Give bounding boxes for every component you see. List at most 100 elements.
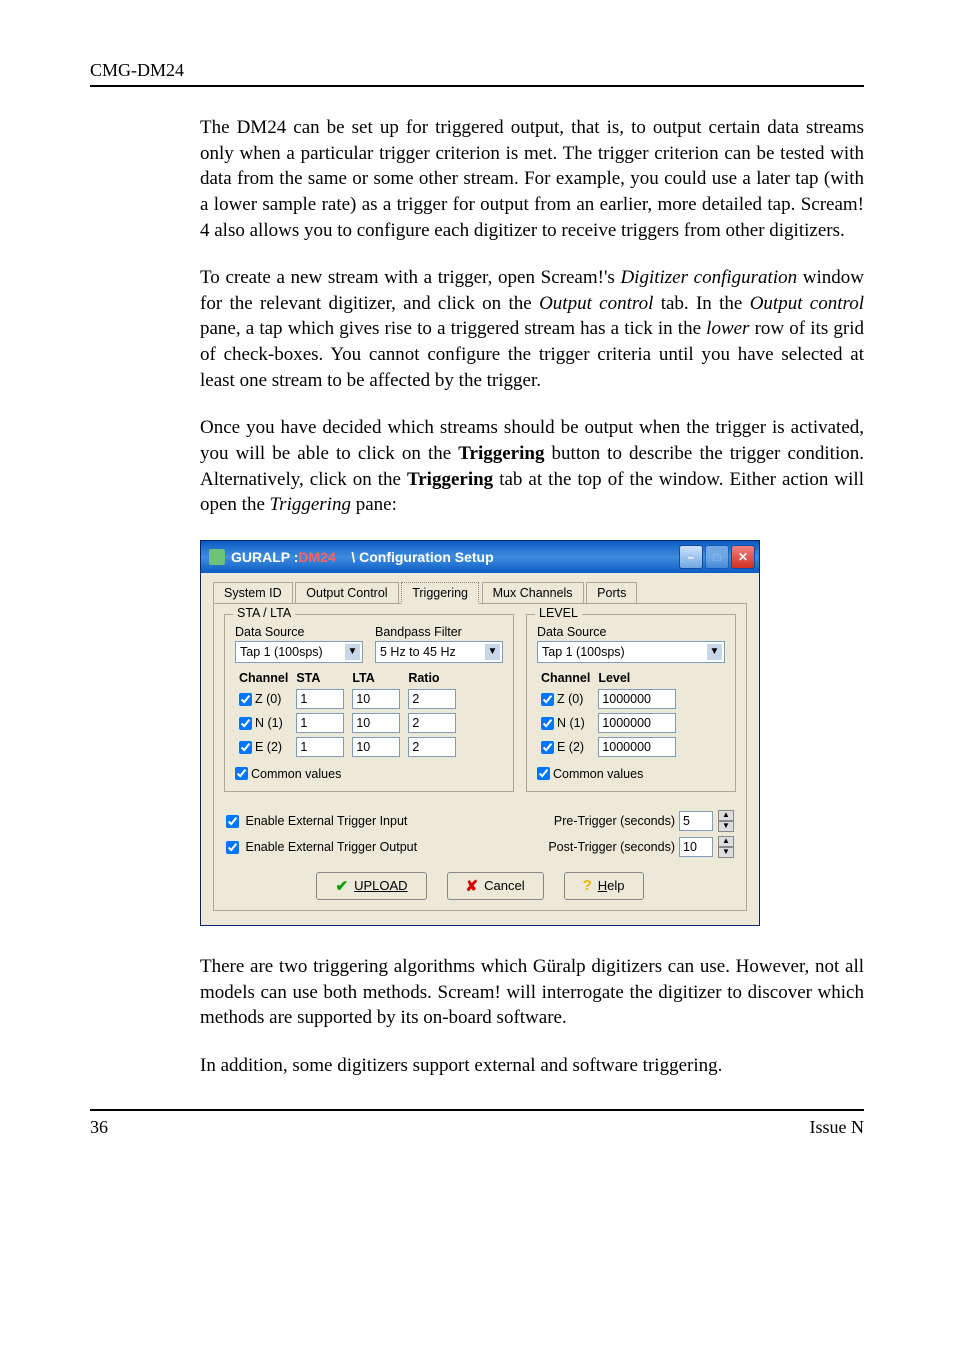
p3-b: Triggering bbox=[458, 443, 544, 464]
post-trigger-spinner[interactable]: ▲▼ bbox=[718, 836, 734, 858]
level-ds-label: Data Source bbox=[537, 625, 725, 639]
level-common-label: Common values bbox=[553, 767, 643, 781]
post-trigger-label: Post-Trigger (seconds) bbox=[548, 840, 675, 854]
check-icon: ✔ bbox=[335, 877, 348, 895]
upload-button[interactable]: ✔ UPLOAD bbox=[316, 872, 426, 900]
sta-table: Channel STA LTA Ratio Z (0) 1 10 bbox=[235, 669, 460, 759]
p2-e: tab. In the bbox=[653, 293, 749, 314]
level-z-label: Z (0) bbox=[557, 692, 583, 706]
pre-trigger-spinner[interactable]: ▲▼ bbox=[718, 810, 734, 832]
config-setup-dialog: GURALP : DM24 \ Configuration Setup – □ … bbox=[200, 540, 760, 926]
level-n-label: N (1) bbox=[557, 716, 585, 730]
level-row-n: N (1) 1000000 bbox=[537, 711, 680, 735]
sta-n-lta[interactable]: 10 bbox=[352, 713, 400, 733]
sta-row-n: N (1) 1 10 2 bbox=[235, 711, 460, 735]
sta-z-lta[interactable]: 10 bbox=[352, 689, 400, 709]
sta-col-sta: STA bbox=[292, 669, 348, 687]
p3-g: pane: bbox=[351, 494, 397, 515]
sta-e-label: E (2) bbox=[255, 740, 282, 754]
sta-ds-combo[interactable]: Tap 1 (100sps) ▼ bbox=[235, 641, 363, 663]
help-button[interactable]: ? Help bbox=[564, 872, 644, 900]
bp-value: 5 Hz to 45 Hz bbox=[380, 645, 456, 659]
question-icon: ? bbox=[583, 877, 592, 894]
sta-n-check[interactable] bbox=[239, 717, 252, 730]
maximize-button: □ bbox=[705, 545, 729, 569]
app-icon bbox=[209, 549, 225, 565]
ext-trigger-in-label: Enable External Trigger Input bbox=[245, 814, 407, 828]
sta-z-check[interactable] bbox=[239, 693, 252, 706]
sta-n-label: N (1) bbox=[255, 716, 283, 730]
sta-e-sta[interactable]: 1 bbox=[296, 737, 344, 757]
level-n-val[interactable]: 1000000 bbox=[598, 713, 676, 733]
sta-e-lta[interactable]: 10 bbox=[352, 737, 400, 757]
level-z-val[interactable]: 1000000 bbox=[598, 689, 676, 709]
upload-label: UPLOAD bbox=[354, 878, 407, 893]
sta-z-label: Z (0) bbox=[255, 692, 281, 706]
tab-ports[interactable]: Ports bbox=[586, 582, 637, 603]
level-ds-combo[interactable]: Tap 1 (100sps) ▼ bbox=[537, 641, 725, 663]
ext-trigger-out-label: Enable External Trigger Output bbox=[245, 840, 417, 854]
p2-f: Output control bbox=[750, 293, 864, 314]
doc-header: CMG-DM24 bbox=[90, 60, 184, 80]
level-col-level: Level bbox=[594, 669, 680, 687]
p3-f: Triggering bbox=[270, 494, 351, 515]
sta-lta-title: STA / LTA bbox=[233, 606, 295, 620]
sta-n-sta[interactable]: 1 bbox=[296, 713, 344, 733]
sta-col-lta: LTA bbox=[348, 669, 404, 687]
level-z-check[interactable] bbox=[541, 693, 554, 706]
close-button[interactable]: ✕ bbox=[731, 545, 755, 569]
level-e-val[interactable]: 1000000 bbox=[598, 737, 676, 757]
sta-lta-group: STA / LTA Data Source Tap 1 (100sps) ▼ bbox=[224, 614, 514, 792]
sta-col-ratio: Ratio bbox=[404, 669, 460, 687]
cancel-button[interactable]: ✘ Cancel bbox=[447, 872, 544, 900]
sta-n-ratio[interactable]: 2 bbox=[408, 713, 456, 733]
paragraph-5: In addition, some digitizers support ext… bbox=[200, 1053, 864, 1079]
page-number: 36 bbox=[90, 1117, 108, 1138]
level-n-check[interactable] bbox=[541, 717, 554, 730]
post-trigger-field[interactable]: 10 bbox=[679, 837, 713, 857]
p2-h: lower bbox=[706, 318, 749, 339]
sta-ds-label: Data Source bbox=[235, 625, 363, 639]
cancel-label: Cancel bbox=[484, 878, 524, 893]
issue-label: Issue N bbox=[810, 1117, 865, 1138]
minimize-button[interactable]: – bbox=[679, 545, 703, 569]
titlebar[interactable]: GURALP : DM24 \ Configuration Setup – □ … bbox=[201, 541, 759, 573]
sta-e-check[interactable] bbox=[239, 741, 252, 754]
level-row-z: Z (0) 1000000 bbox=[537, 687, 680, 711]
x-icon: ✘ bbox=[466, 877, 479, 895]
sta-row-z: Z (0) 1 10 2 bbox=[235, 687, 460, 711]
sta-e-ratio[interactable]: 2 bbox=[408, 737, 456, 757]
sta-common-check[interactable] bbox=[235, 767, 248, 780]
sta-z-sta[interactable]: 1 bbox=[296, 689, 344, 709]
p2-b: Digitizer configuration bbox=[620, 267, 797, 288]
paragraph-3: Once you have decided which streams shou… bbox=[200, 415, 864, 518]
ext-trigger-out-check[interactable] bbox=[226, 841, 239, 854]
pre-trigger-field[interactable]: 5 bbox=[679, 811, 713, 831]
level-ds-value: Tap 1 (100sps) bbox=[542, 645, 625, 659]
level-table: Channel Level Z (0) 1000000 N (1) bbox=[537, 669, 680, 759]
sta-z-ratio[interactable]: 2 bbox=[408, 689, 456, 709]
level-e-label: E (2) bbox=[557, 740, 584, 754]
title-guralp: GURALP : bbox=[231, 549, 298, 565]
level-e-check[interactable] bbox=[541, 741, 554, 754]
tabstrip: System ID Output Control Triggering Mux … bbox=[213, 581, 747, 603]
bp-combo[interactable]: 5 Hz to 45 Hz ▼ bbox=[375, 641, 503, 663]
sta-common-label: Common values bbox=[251, 767, 341, 781]
chevron-down-icon: ▼ bbox=[345, 644, 360, 660]
chevron-down-icon: ▼ bbox=[485, 644, 500, 660]
ext-trigger-in-check[interactable] bbox=[226, 815, 239, 828]
paragraph-1: The DM24 can be set up for triggered out… bbox=[200, 115, 864, 243]
tab-mux-channels[interactable]: Mux Channels bbox=[482, 582, 584, 603]
title-dm24: DM24 bbox=[298, 549, 335, 565]
level-common-check[interactable] bbox=[537, 767, 550, 780]
p2-d: Output control bbox=[539, 293, 653, 314]
sta-row-e: E (2) 1 10 2 bbox=[235, 735, 460, 759]
tab-system-id[interactable]: System ID bbox=[213, 582, 293, 603]
p2-g: pane, a tap which gives rise to a trigge… bbox=[200, 318, 706, 339]
chevron-down-icon: ▼ bbox=[707, 644, 722, 660]
tab-output-control[interactable]: Output Control bbox=[295, 582, 398, 603]
p2-a: To create a new stream with a trigger, o… bbox=[200, 267, 620, 288]
title-suffix: \ Configuration Setup bbox=[336, 549, 494, 565]
tab-triggering[interactable]: Triggering bbox=[401, 582, 479, 604]
bp-label: Bandpass Filter bbox=[375, 625, 503, 639]
